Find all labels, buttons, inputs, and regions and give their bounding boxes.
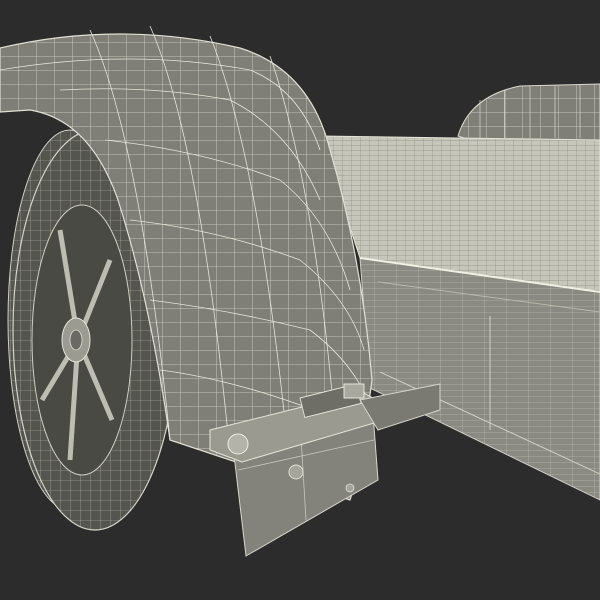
render-viewport — [0, 0, 600, 600]
wireframe-render — [0, 0, 600, 600]
